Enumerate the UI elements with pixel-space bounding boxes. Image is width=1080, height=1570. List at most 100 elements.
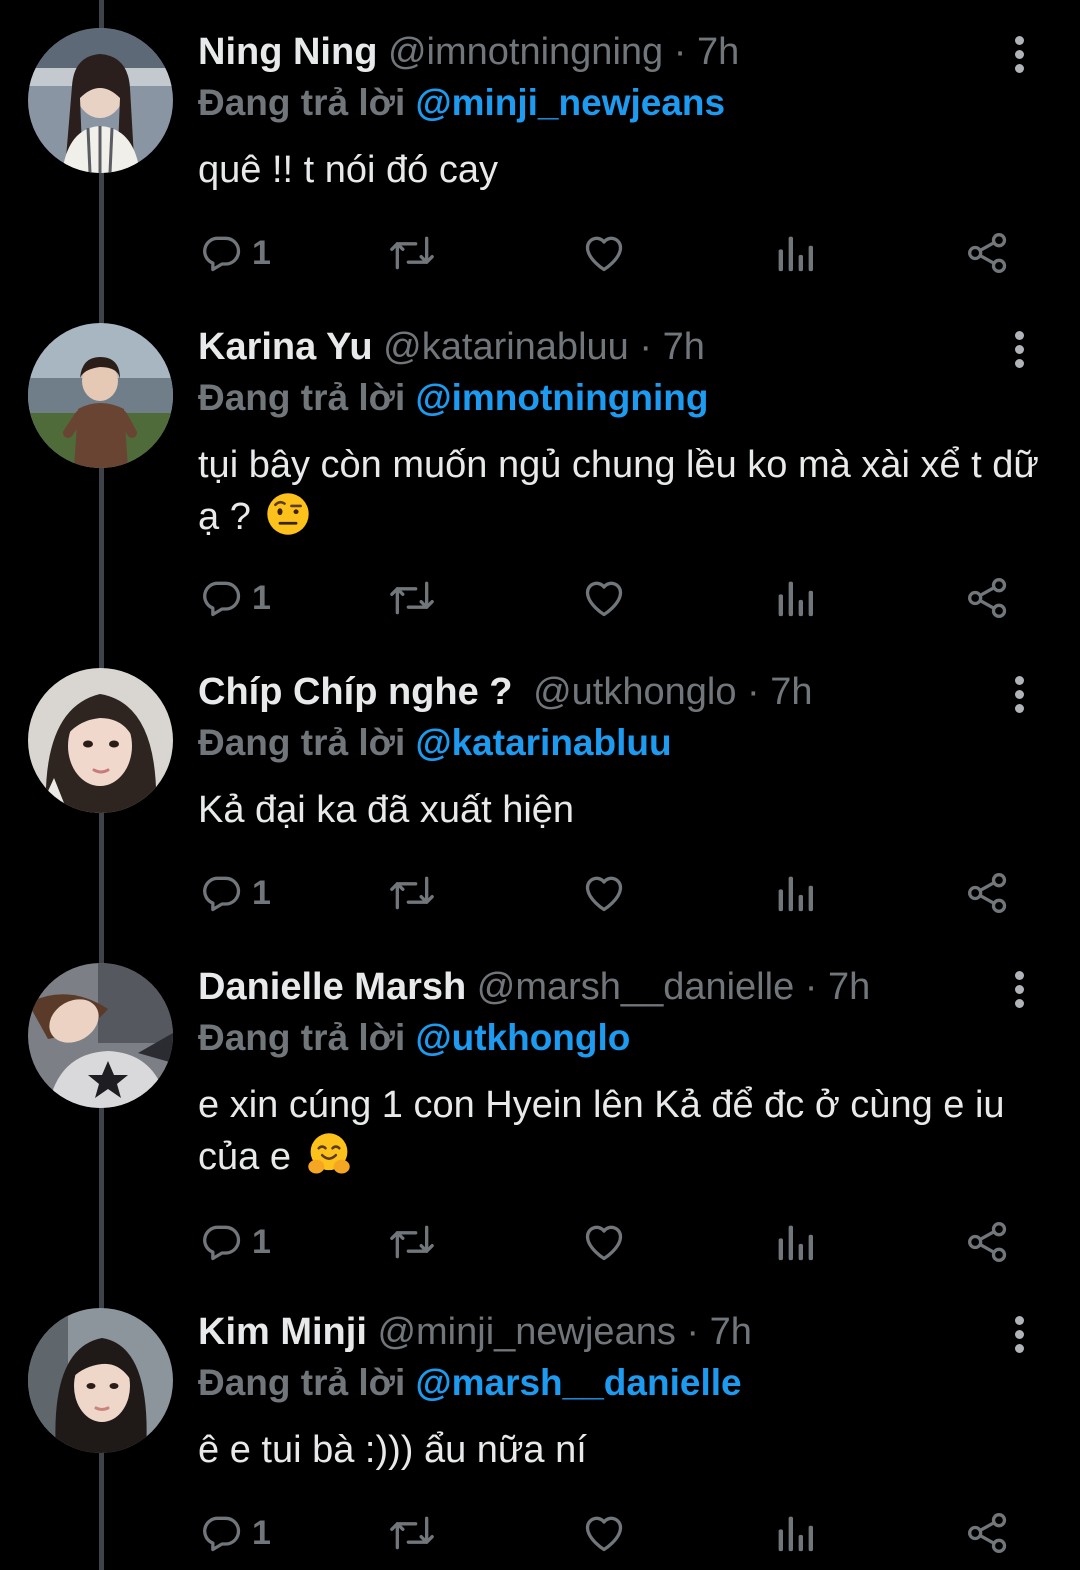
user-handle[interactable]: @utkhonglo <box>533 671 736 713</box>
share-icon <box>968 1513 1007 1553</box>
timestamp[interactable]: 7h <box>770 671 812 713</box>
avatar[interactable] <box>28 323 173 468</box>
timestamp[interactable]: 7h <box>828 966 870 1008</box>
timestamp[interactable]: 7h <box>710 1311 752 1353</box>
views-button[interactable] <box>775 868 815 918</box>
views-button[interactable] <box>775 573 815 623</box>
like-button[interactable] <box>582 228 626 278</box>
more-options-icon[interactable] <box>1010 36 1030 73</box>
replying-to: Đang trả lời @utkhonglo <box>198 1015 630 1061</box>
heart-icon <box>585 1225 623 1261</box>
like-button[interactable] <box>582 1508 626 1558</box>
reply-button[interactable]: 1 <box>200 868 271 918</box>
display-name[interactable]: Karina Yu <box>198 326 373 368</box>
user-handle[interactable]: @imnotningning <box>388 31 663 73</box>
retweet-button[interactable] <box>388 1508 436 1558</box>
tweet[interactable]: Danielle Marsh @marsh__danielle · 7h Đan… <box>0 935 1080 1280</box>
tweet[interactable]: Kim Minji @minji_newjeans · 7h Đang trả … <box>0 1280 1080 1570</box>
user-handle[interactable]: @katarinabluu <box>383 326 629 368</box>
share-button[interactable] <box>966 1508 1010 1558</box>
share-icon <box>968 1222 1007 1262</box>
user-handle[interactable]: @minji_newjeans <box>377 1311 675 1353</box>
replying-to-label: Đang trả lời <box>198 377 406 418</box>
views-button[interactable] <box>775 1217 815 1267</box>
like-button[interactable] <box>582 868 626 918</box>
tweet-header: Kim Minji @minji_newjeans · 7h <box>198 1309 752 1355</box>
avatar[interactable] <box>28 1308 173 1453</box>
views-button[interactable] <box>775 228 815 278</box>
reply-button[interactable]: 1 <box>200 1508 271 1558</box>
tweet[interactable]: Chíp Chíp nghe ? @utkhonglo · 7h Đang tr… <box>0 640 1080 985</box>
timestamp[interactable]: 7h <box>663 326 705 368</box>
more-options-icon[interactable] <box>1010 971 1030 1008</box>
tweet-text-content: Kả đại ka đã xuất hiện <box>198 789 575 831</box>
share-button[interactable] <box>966 868 1010 918</box>
action-bar: 1 <box>0 1508 1080 1558</box>
timestamp[interactable]: 7h <box>697 31 739 73</box>
separator-dot: · <box>804 966 818 1008</box>
tweet-text-content: ê e tui bà :))) ẩu nữa ní <box>198 1429 587 1471</box>
tweet-text-content: quê !! t nói đó cay <box>198 149 498 191</box>
replying-to-label: Đang trả lời <box>198 1362 406 1403</box>
avatar[interactable] <box>28 963 173 1108</box>
display-name[interactable]: Kim Minji <box>198 1311 367 1353</box>
tweet-text-content: tụi bây còn muốn ngủ chung lều ko mà xài… <box>198 444 1039 538</box>
replying-to: Đang trả lời @imnotningning <box>198 375 708 421</box>
tweet-text: ê e tui bà :))) ẩu nữa ní <box>198 1424 1048 1476</box>
avatar[interactable] <box>28 668 173 813</box>
reply-count: 1 <box>252 1222 271 1261</box>
heart-icon <box>585 581 623 617</box>
more-options-icon[interactable] <box>1010 676 1030 713</box>
replying-to-handle[interactable]: @katarinabluu <box>416 722 672 763</box>
separator-dot: · <box>747 671 760 713</box>
reply-icon <box>203 236 241 272</box>
more-options-icon[interactable] <box>1010 1316 1030 1353</box>
retweet-icon <box>390 581 434 615</box>
face-with-raised-eyebrow-emoji <box>267 493 310 535</box>
action-bar: 1 <box>0 573 1080 623</box>
user-handle[interactable]: @marsh__danielle <box>477 966 794 1008</box>
retweet-button[interactable] <box>388 868 436 918</box>
retweet-button[interactable] <box>388 573 436 623</box>
avatar[interactable] <box>28 28 173 173</box>
tweet[interactable]: Karina Yu @katarinabluu · 7h Đang trả lờ… <box>0 295 1080 640</box>
tweet[interactable]: Ning Ning @imnotningning · 7h Đang trả l… <box>0 0 1080 345</box>
separator-dot: · <box>686 1311 700 1353</box>
display-name[interactable]: Danielle Marsh <box>198 966 466 1008</box>
share-button[interactable] <box>966 228 1010 278</box>
more-options-icon[interactable] <box>1010 331 1030 368</box>
retweet-icon <box>390 1516 434 1550</box>
replying-to-handle[interactable]: @utkhonglo <box>416 1017 631 1058</box>
views-icon <box>778 581 813 617</box>
views-button[interactable] <box>775 1508 815 1558</box>
replying-to-handle[interactable]: @marsh__danielle <box>416 1362 742 1403</box>
share-button[interactable] <box>966 1217 1010 1267</box>
action-bar: 1 <box>0 868 1080 918</box>
reply-button[interactable]: 1 <box>200 573 271 623</box>
replying-to-label: Đang trả lời <box>198 82 406 123</box>
separator-dot: · <box>639 326 652 368</box>
separator-dot: · <box>673 31 687 73</box>
replying-to-handle[interactable]: @imnotningning <box>416 377 709 418</box>
retweet-button[interactable] <box>388 228 436 278</box>
retweet-button[interactable] <box>388 1217 436 1267</box>
tweet-header: Chíp Chíp nghe ? @utkhonglo · 7h <box>198 669 813 715</box>
like-button[interactable] <box>582 573 626 623</box>
retweet-icon <box>390 1225 434 1259</box>
retweet-icon <box>390 876 434 910</box>
display-name[interactable]: Chíp Chíp nghe ? <box>198 671 513 713</box>
reply-count: 1 <box>252 578 271 617</box>
replying-to-label: Đang trả lời <box>198 722 406 763</box>
replying-to-handle[interactable]: @minji_newjeans <box>416 82 726 123</box>
display-name[interactable]: Ning Ning <box>198 31 377 73</box>
reply-button[interactable]: 1 <box>200 228 271 278</box>
share-button[interactable] <box>966 573 1010 623</box>
reply-icon <box>203 1516 241 1552</box>
tweet-text: Kả đại ka đã xuất hiện <box>198 784 1048 836</box>
reply-count: 1 <box>252 1513 271 1552</box>
views-icon <box>778 1225 813 1261</box>
action-bar: 1 <box>0 228 1080 278</box>
tweet-header: Danielle Marsh @marsh__danielle · 7h <box>198 964 870 1010</box>
like-button[interactable] <box>582 1217 626 1267</box>
reply-button[interactable]: 1 <box>200 1217 271 1267</box>
